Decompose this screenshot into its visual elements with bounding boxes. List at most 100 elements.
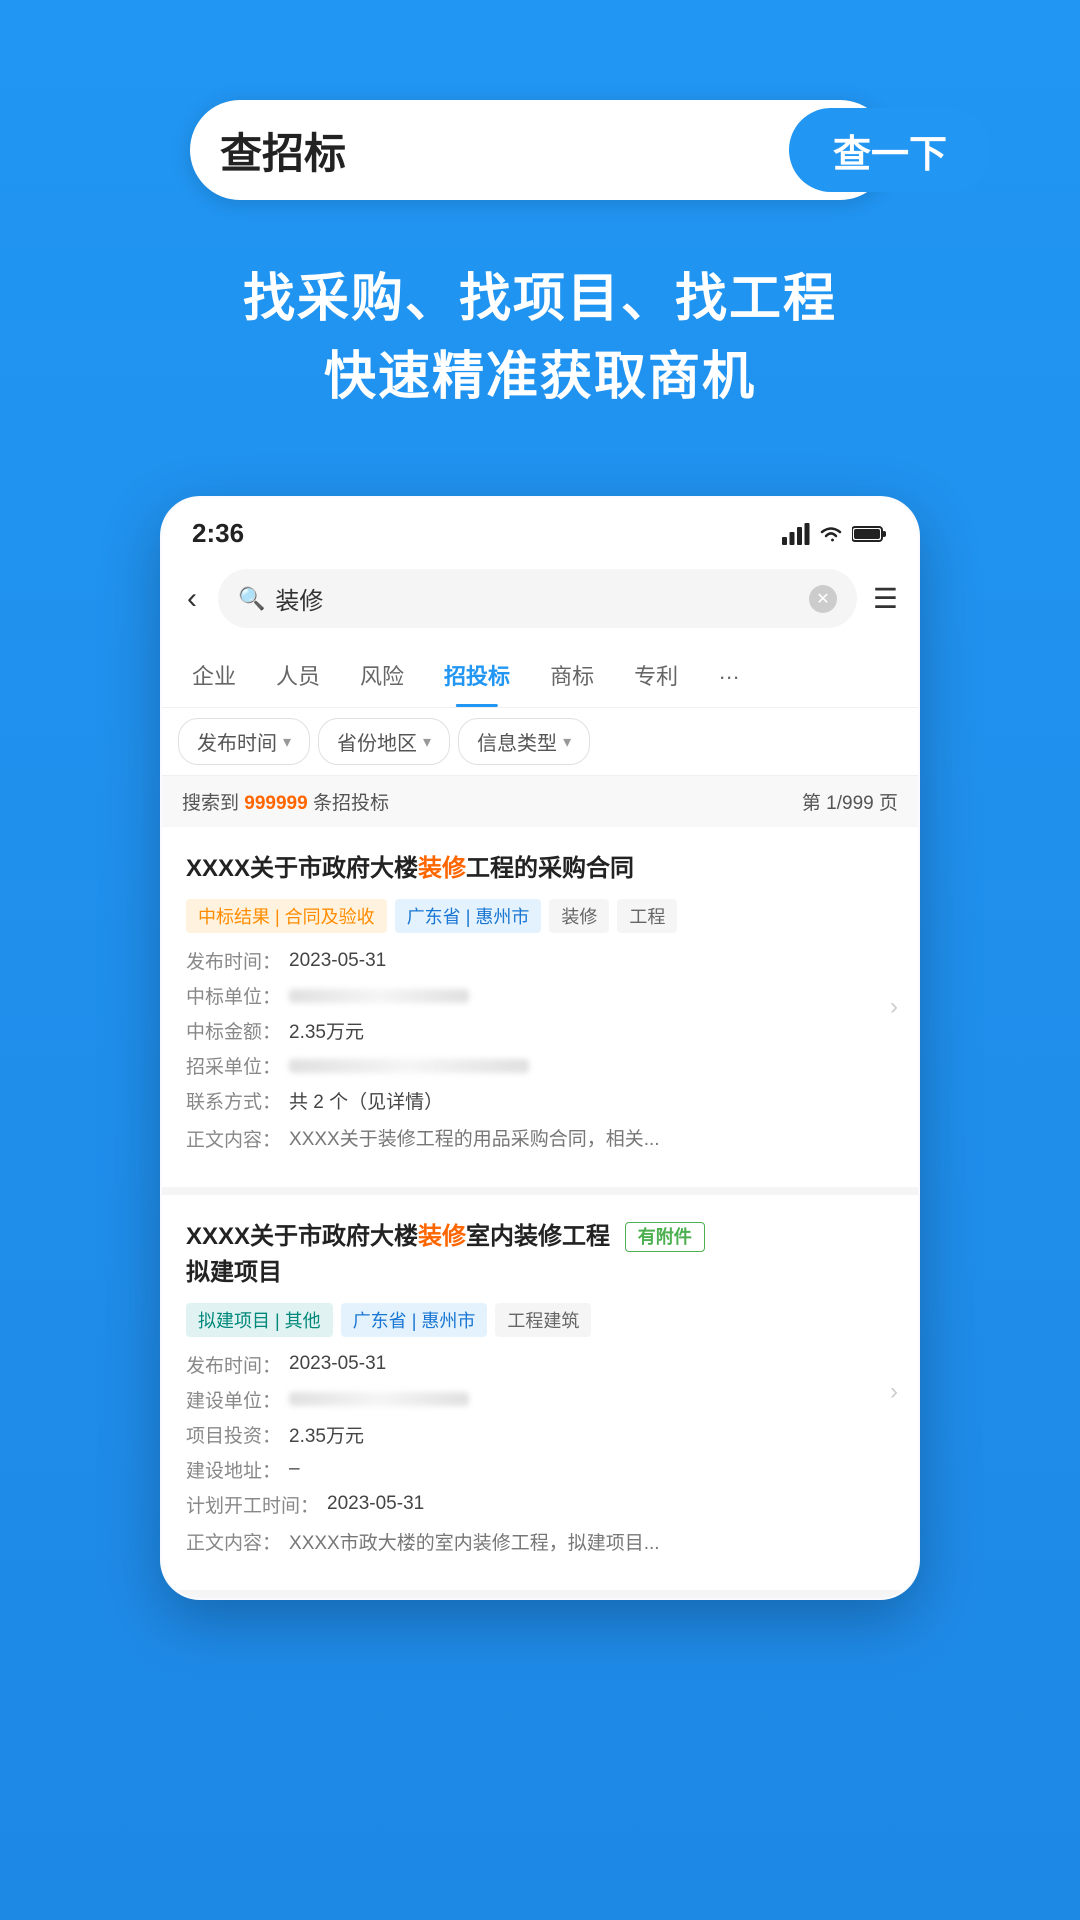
tag-has-attachment: 有附件: [625, 1222, 705, 1252]
tag-bid-result: 中标结果 | 合同及验收: [186, 899, 387, 933]
tab-more[interactable]: …: [698, 643, 760, 707]
search-input[interactable]: [220, 126, 789, 174]
card-2-start-time: 计划开工时间： 2023-05-31: [186, 1491, 894, 1518]
label-publish-date: 发布时间：: [186, 947, 281, 974]
wifi-icon: [818, 524, 844, 544]
label-address: 建设地址：: [186, 1456, 281, 1483]
value-winning-unit-blurred: [289, 989, 469, 1003]
card-2-investment: 项目投资： 2.35万元: [186, 1421, 894, 1448]
card-2-builder: 建设单位：: [186, 1386, 894, 1413]
label-winning-unit: 中标单位：: [186, 982, 281, 1009]
battery-icon: [852, 525, 888, 543]
filter-region[interactable]: 省份地区 ▾: [318, 718, 450, 765]
filter-type[interactable]: 信息类型 ▾: [458, 718, 590, 765]
card-1-content-preview: 正文内容： XXXX关于装修工程的用品采购合同，相关...: [186, 1122, 894, 1155]
filter-row: 发布时间 ▾ 省份地区 ▾ 信息类型 ▾: [162, 708, 918, 776]
card-1-tags: 中标结果 | 合同及验收 广东省 | 惠州市 装修 工程: [186, 899, 894, 933]
search-button[interactable]: 查一下: [789, 108, 991, 192]
tag-decoration: 装修: [549, 899, 609, 933]
search-icon: 🔍: [238, 586, 265, 612]
value-address: –: [289, 1458, 300, 1480]
status-time: 2:36: [192, 518, 244, 549]
value-procurement-unit-blurred: [289, 1059, 529, 1073]
label-content: 正文内容：: [186, 1125, 281, 1152]
subtitle-line1: 找采购、找项目、找工程: [243, 260, 837, 338]
filter-type-label: 信息类型: [477, 727, 557, 756]
value-contact: 共 2 个（见详情）: [289, 1087, 443, 1114]
card-2-tags: 拟建项目 | 其他 广东省 | 惠州市 工程建筑: [186, 1303, 894, 1337]
chevron-down-icon: ▾: [563, 732, 571, 752]
card-2-title-before: XXXX关于市政府大楼: [186, 1223, 418, 1250]
label-contact: 联系方式：: [186, 1087, 281, 1114]
search-box[interactable]: 🔍 装修 ✕: [218, 569, 857, 628]
tab-risk[interactable]: 风险: [340, 643, 424, 707]
card-2-content-preview: 正文内容： XXXX市政大楼的室内装修工程，拟建项目...: [186, 1526, 894, 1559]
status-bar: 2:36: [162, 498, 918, 559]
result-card-1[interactable]: XXXX关于市政府大楼装修工程的采购合同 中标结果 | 合同及验收 广东省 | …: [162, 827, 918, 1195]
search-bar-container: 查一下: [190, 100, 890, 200]
results-page: 第 1/999 页: [802, 788, 898, 815]
label-builder: 建设单位：: [186, 1386, 281, 1413]
back-button[interactable]: ‹: [182, 577, 202, 621]
nav-bar: ‹ 🔍 装修 ✕ ☰: [162, 559, 918, 643]
page-wrapper: 查一下 找采购、找项目、找工程 快速精准获取商机 2:36: [0, 0, 1080, 1920]
tag-location: 广东省 | 惠州市: [395, 899, 542, 933]
chevron-down-icon: ▾: [423, 732, 431, 752]
card-1-winning-unit: 中标单位：: [186, 982, 894, 1009]
card-1-contact: 联系方式： 共 2 个（见详情）: [186, 1087, 894, 1114]
tag-engineering: 工程: [617, 899, 677, 933]
card-2-publish-date: 发布时间： 2023-05-31: [186, 1351, 894, 1378]
value-content-preview-2: XXXX市政大楼的室内装修工程，拟建项目...: [289, 1530, 660, 1559]
card-2-arrow-icon: ›: [890, 1378, 898, 1406]
tag-construction: 工程建筑: [495, 1303, 591, 1337]
tab-bidding[interactable]: 招投标: [424, 643, 530, 707]
card-1-title-before: XXXX关于市政府大楼: [186, 855, 418, 882]
results-summary: 搜索到 999999 条招投标: [182, 788, 389, 815]
results-info: 搜索到 999999 条招投标 第 1/999 页: [162, 776, 918, 827]
tab-enterprise[interactable]: 企业: [172, 643, 256, 707]
filter-time-label: 发布时间: [197, 727, 277, 756]
tab-people[interactable]: 人员: [256, 643, 340, 707]
card-2-address: 建设地址： –: [186, 1456, 894, 1483]
subtitle: 找采购、找项目、找工程 快速精准获取商机: [243, 260, 837, 416]
card-1-title: XXXX关于市政府大楼装修工程的采购合同: [186, 851, 894, 887]
card-1-publish-date: 发布时间： 2023-05-31: [186, 947, 894, 974]
search-keyword: 装修: [275, 581, 798, 616]
card-1-winning-amount: 中标金额： 2.35万元: [186, 1017, 894, 1044]
card-1-title-after: 工程的采购合同: [466, 855, 634, 882]
card-2-title-line2: 拟建项目: [186, 1259, 282, 1286]
card-2-highlight: 装修: [418, 1223, 466, 1250]
label-publish-date-2: 发布时间：: [186, 1351, 281, 1378]
label-procurement-unit: 招采单位：: [186, 1052, 281, 1079]
card-1-arrow-icon: ›: [890, 993, 898, 1021]
tab-patent[interactable]: 专利: [614, 643, 698, 707]
card-1-highlight: 装修: [418, 855, 466, 882]
tab-trademark[interactable]: 商标: [530, 643, 614, 707]
value-investment: 2.35万元: [289, 1421, 364, 1448]
card-2-title-after: 室内装修工程: [466, 1223, 610, 1250]
subtitle-line2: 快速精准获取商机: [243, 338, 837, 416]
tag-proposed-project: 拟建项目 | 其他: [186, 1303, 333, 1337]
results-count: 999999: [244, 793, 307, 814]
value-publish-date: 2023-05-31: [289, 950, 386, 972]
card-2-title: XXXX关于市政府大楼装修室内装修工程 有附件 拟建项目: [186, 1219, 894, 1291]
clear-button[interactable]: ✕: [809, 585, 837, 613]
phone-mockup: 2:36: [160, 496, 920, 1600]
status-icons: [782, 523, 888, 545]
value-builder-blurred: [289, 1392, 469, 1406]
value-content-preview: XXXX关于装修工程的用品采购合同，相关...: [289, 1126, 660, 1155]
label-start-time: 计划开工时间：: [186, 1491, 319, 1518]
card-1-procurement-unit: 招采单位：: [186, 1052, 894, 1079]
filter-time[interactable]: 发布时间 ▾: [178, 718, 310, 765]
filter-region-label: 省份地区: [337, 727, 417, 756]
chevron-down-icon: ▾: [283, 732, 291, 752]
signal-icon: [782, 523, 810, 545]
result-card-2[interactable]: XXXX关于市政府大楼装修室内装修工程 有附件 拟建项目 拟建项目 | 其他 广…: [162, 1195, 918, 1599]
category-tabs: 企业 人员 风险 招投标 商标 专利 …: [162, 643, 918, 708]
value-start-time: 2023-05-31: [327, 1493, 424, 1515]
label-content-2: 正文内容：: [186, 1528, 281, 1555]
results-suffix: 条招投标: [313, 793, 389, 814]
filter-sort-button[interactable]: ☰: [873, 582, 898, 615]
value-winning-amount: 2.35万元: [289, 1017, 364, 1044]
tag-location-2: 广东省 | 惠州市: [341, 1303, 488, 1337]
